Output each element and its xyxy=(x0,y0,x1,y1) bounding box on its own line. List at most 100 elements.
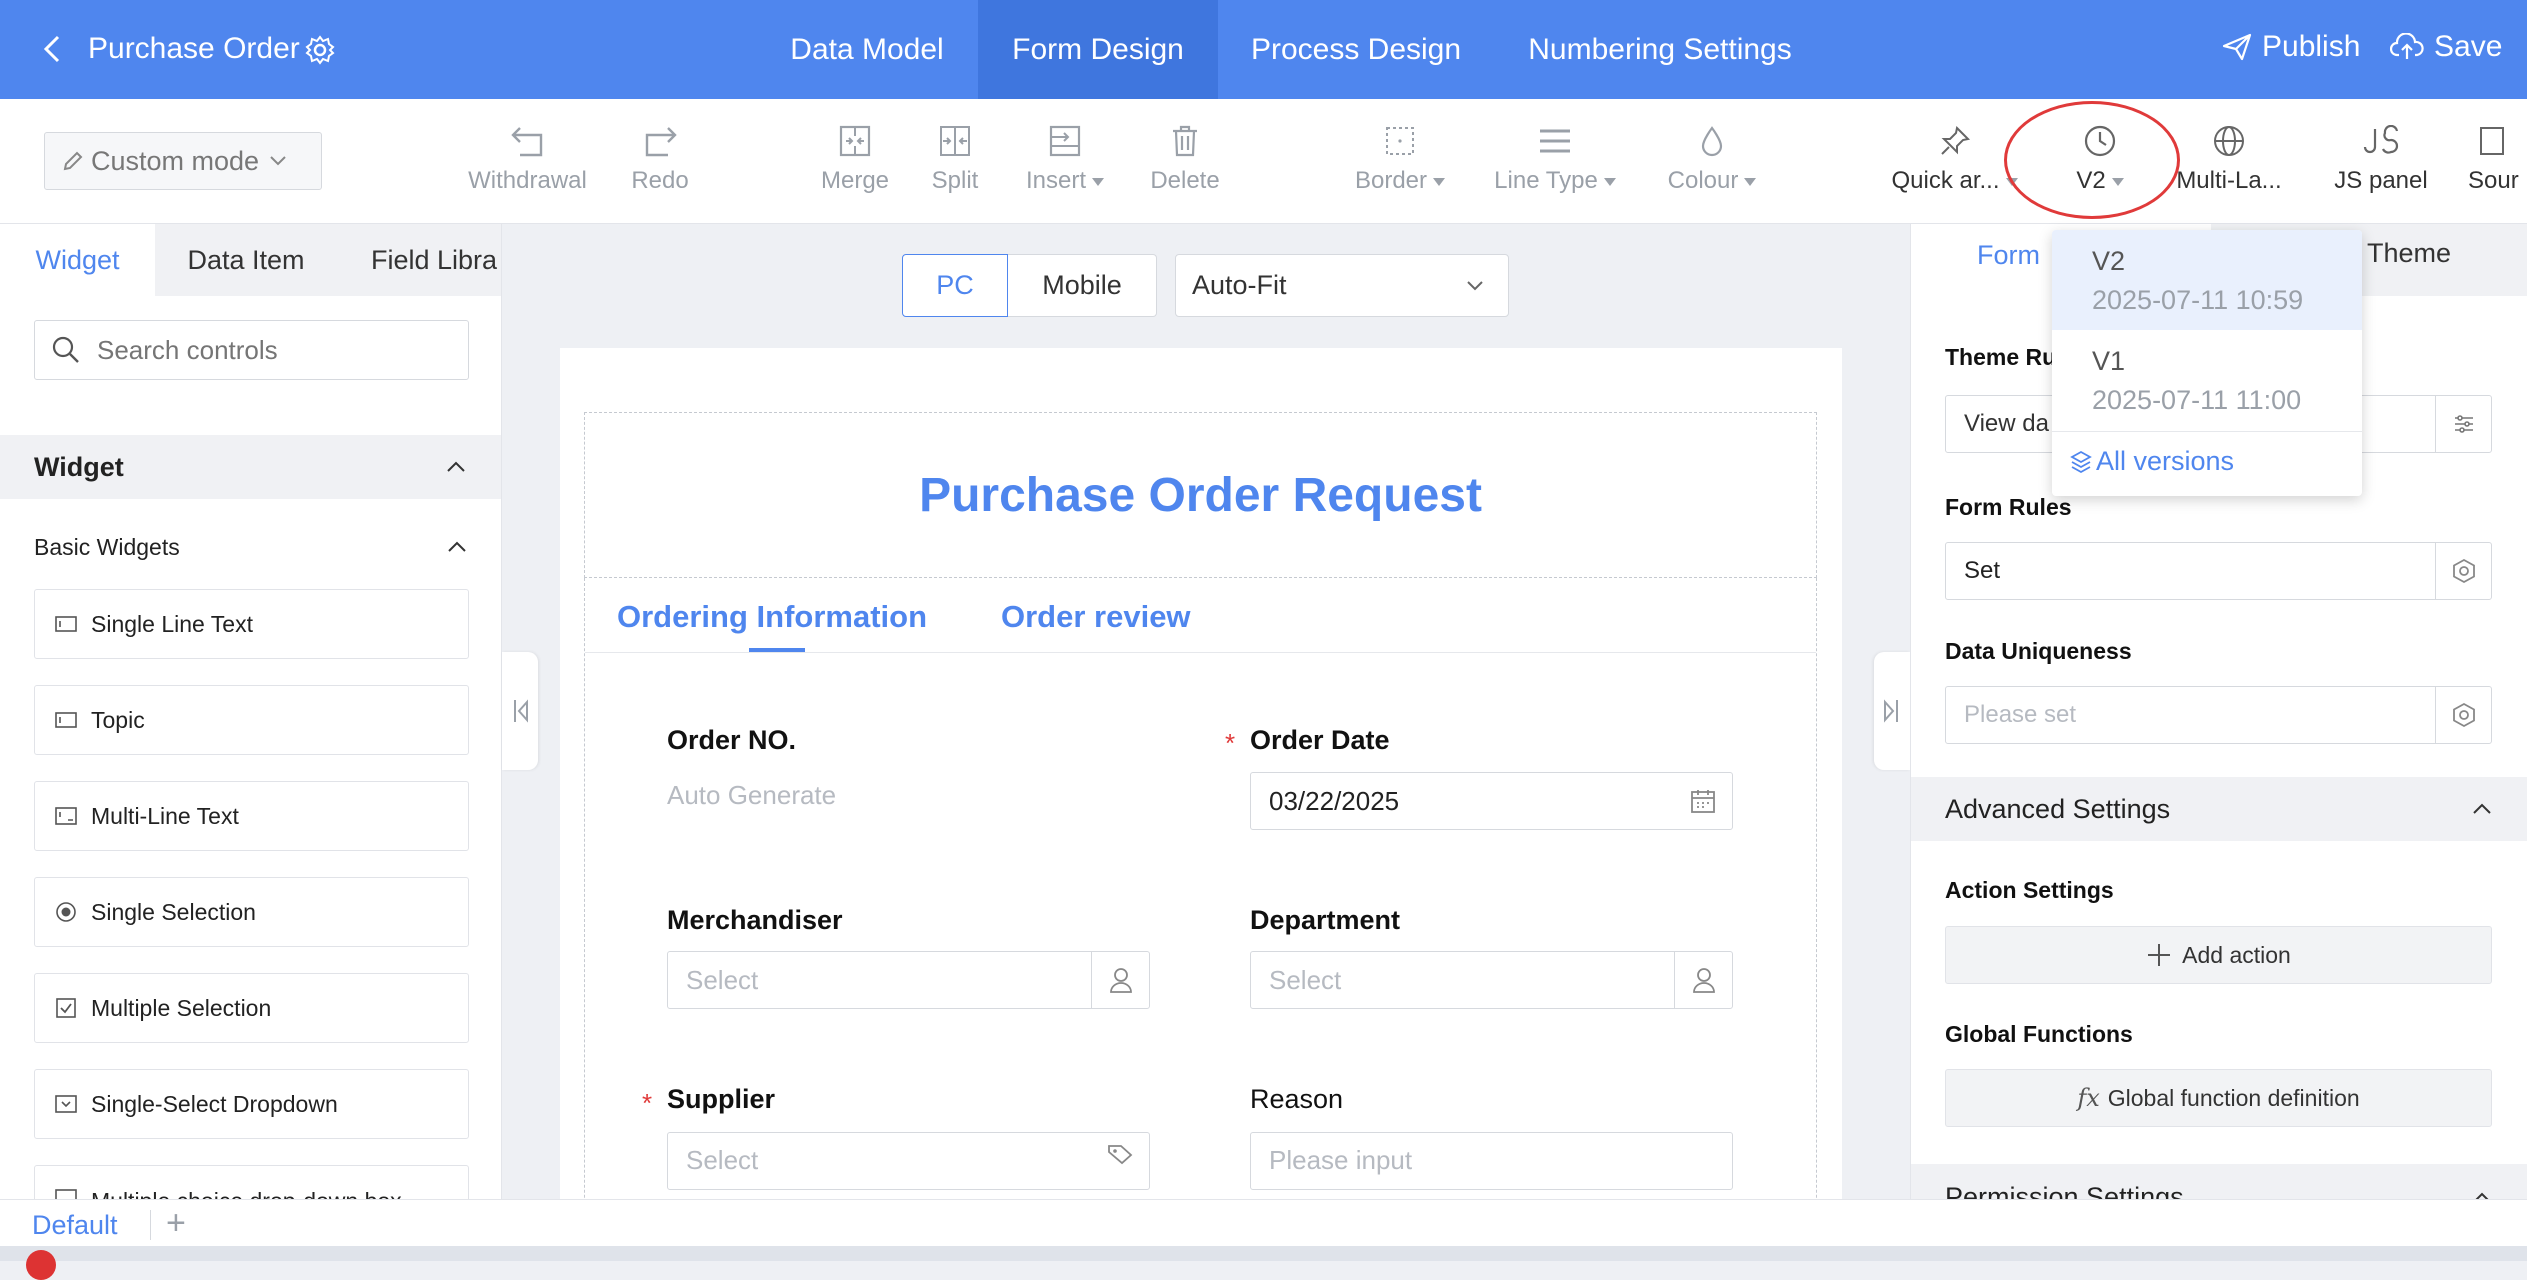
merchandiser-label: Merchandiser xyxy=(667,905,843,935)
multi-language-button[interactable]: Multi-La... xyxy=(2168,119,2290,195)
collapse-right-handle[interactable] xyxy=(1874,652,1910,770)
undo-icon xyxy=(510,127,542,157)
department-picker-button[interactable] xyxy=(1674,952,1732,1008)
js-icon xyxy=(2363,125,2399,154)
form-title-block[interactable]: Purchase Order Request xyxy=(584,412,1817,578)
add-sheet-button[interactable]: + xyxy=(166,1204,186,1243)
global-function-definition-label: Global function definition xyxy=(2107,1084,2360,1111)
merge-button[interactable]: Merge xyxy=(815,119,895,195)
form-rules-settings-button[interactable] xyxy=(2435,543,2491,599)
global-function-definition-button[interactable]: fx Global function definition xyxy=(1945,1069,2492,1127)
tab-process-design[interactable]: Process Design xyxy=(1245,0,1467,99)
js-panel-button[interactable]: JS panel xyxy=(2330,119,2432,195)
widget-multiple-selection[interactable]: Multiple Selection xyxy=(34,973,469,1043)
app-title: Purchase Order xyxy=(88,32,300,65)
order-date-input[interactable]: 03/22/2025 xyxy=(1250,772,1733,830)
version-item-v1[interactable]: V1 2025-07-11 11:00 xyxy=(2052,330,2362,430)
caret-right-icon xyxy=(1884,699,1898,723)
source-button[interactable]: Sour xyxy=(2468,119,2527,195)
tab-theme-label: Theme xyxy=(2367,238,2452,268)
reason-placeholder: Please input xyxy=(1269,1145,1413,1175)
all-versions-label: All versions xyxy=(2096,446,2235,476)
redo-icon xyxy=(645,127,677,157)
form-rules-label: Form Rules xyxy=(1945,494,2072,520)
taskbar-app-icon[interactable] xyxy=(26,1250,56,1280)
tab-field-library[interactable]: Field Libra xyxy=(337,224,501,296)
order-date-label: Order Date xyxy=(1250,725,1390,755)
merge-icon xyxy=(839,125,871,157)
line-type-dropdown[interactable]: Line Type xyxy=(1490,119,1620,195)
globe-icon xyxy=(2214,126,2244,156)
version-item-v2[interactable]: V2 2025-07-11 10:59 xyxy=(2052,230,2362,330)
tab-data-item[interactable]: Data Item xyxy=(155,224,337,296)
publish-button[interactable]: Publish xyxy=(2222,30,2360,64)
split-icon xyxy=(940,126,970,156)
save-button[interactable]: Save xyxy=(2390,30,2502,64)
form-tab-order-review[interactable]: Order review xyxy=(1001,599,1191,635)
settings-gear-icon[interactable] xyxy=(305,35,335,65)
fit-select[interactable]: Auto-Fit xyxy=(1175,254,1509,317)
save-label: Save xyxy=(2434,30,2503,63)
withdrawal-button[interactable]: Withdrawal xyxy=(465,119,590,195)
basic-widgets-header[interactable]: Basic Widgets xyxy=(34,530,469,564)
widget-single-select-dropdown[interactable]: Single-Select Dropdown xyxy=(34,1069,469,1139)
theme-rules-label: Theme Ru xyxy=(1945,344,2057,370)
insert-dropdown[interactable]: Insert xyxy=(1020,119,1110,195)
advanced-settings-header[interactable]: Advanced Settings xyxy=(1911,777,2527,841)
back-icon[interactable] xyxy=(42,34,62,64)
theme-rules-settings-button[interactable] xyxy=(2435,396,2491,452)
form-rules-value: Set xyxy=(1964,557,2001,584)
collapse-left-handle[interactable] xyxy=(502,652,538,770)
widget-section-header[interactable]: Widget xyxy=(0,435,501,499)
merchandiser-input[interactable]: Select xyxy=(667,951,1150,1009)
topic-icon xyxy=(55,710,77,730)
search-input[interactable] xyxy=(97,334,457,366)
custom-mode-select[interactable]: Custom mode xyxy=(44,132,322,190)
widget-multiple-choice-dropdown[interactable]: Multiple choice drop-down box xyxy=(34,1165,469,1199)
device-mobile-button[interactable]: Mobile xyxy=(1008,254,1157,317)
tab-data-model[interactable]: Data Model xyxy=(774,0,960,99)
checkbox-icon xyxy=(55,998,77,1018)
default-sheet-tab[interactable]: Default xyxy=(32,1210,118,1241)
tab-widget[interactable]: Widget xyxy=(0,224,155,296)
order-no-label: Order NO. xyxy=(667,725,797,755)
form-rules-input[interactable]: Set xyxy=(1945,542,2492,600)
chevron-up-icon xyxy=(2473,803,2491,814)
redo-button[interactable]: Redo xyxy=(625,119,695,195)
hexagon-settings-icon xyxy=(2452,558,2475,584)
widget-topic[interactable]: Topic xyxy=(34,685,469,755)
border-dropdown[interactable]: Border xyxy=(1350,119,1450,195)
colour-dropdown[interactable]: Colour xyxy=(1662,119,1762,195)
data-uniqueness-settings-button[interactable] xyxy=(2435,687,2491,743)
widget-single-selection[interactable]: Single Selection xyxy=(34,877,469,947)
widget-single-line-text[interactable]: Single Line Text xyxy=(34,589,469,659)
widget-label: Multiple choice drop-down box xyxy=(91,1188,402,1199)
permission-settings-header[interactable]: Permission Settings xyxy=(1911,1164,2527,1199)
source-icon xyxy=(2480,127,2504,155)
device-pc-button[interactable]: PC xyxy=(902,254,1008,317)
text-field-icon xyxy=(55,614,77,634)
delete-label: Delete xyxy=(1150,167,1220,194)
split-button[interactable]: Split xyxy=(920,119,990,195)
form-tab-ordering-information[interactable]: Ordering Information xyxy=(617,599,927,635)
delete-button[interactable]: Delete xyxy=(1145,119,1225,195)
department-placeholder: Select xyxy=(1269,964,1342,995)
insert-icon xyxy=(1049,125,1081,157)
form-tab-divider xyxy=(585,652,1816,653)
search-box[interactable] xyxy=(34,320,469,380)
data-uniqueness-input[interactable]: Please set xyxy=(1945,686,2492,744)
widget-label: Multi-Line Text xyxy=(91,802,239,829)
user-picker-button[interactable] xyxy=(1091,952,1149,1008)
add-action-button[interactable]: Add action xyxy=(1945,926,2492,984)
tab-form-design[interactable]: Form Design xyxy=(978,0,1218,99)
order-no-value: Auto Generate xyxy=(667,780,837,810)
tab-numbering-settings[interactable]: Numbering Settings xyxy=(1525,0,1795,99)
reason-input[interactable]: Please input xyxy=(1250,1132,1733,1190)
plus-icon xyxy=(2148,944,2171,966)
data-uniqueness-placeholder: Please set xyxy=(1964,701,2077,728)
department-input[interactable]: Select xyxy=(1250,951,1733,1009)
widget-multi-line-text[interactable]: Multi-Line Text xyxy=(34,781,469,851)
supplier-input[interactable]: Select xyxy=(667,1132,1150,1190)
all-versions-link[interactable]: All versions xyxy=(2070,446,2234,477)
insert-label: Insert xyxy=(1025,167,1087,194)
